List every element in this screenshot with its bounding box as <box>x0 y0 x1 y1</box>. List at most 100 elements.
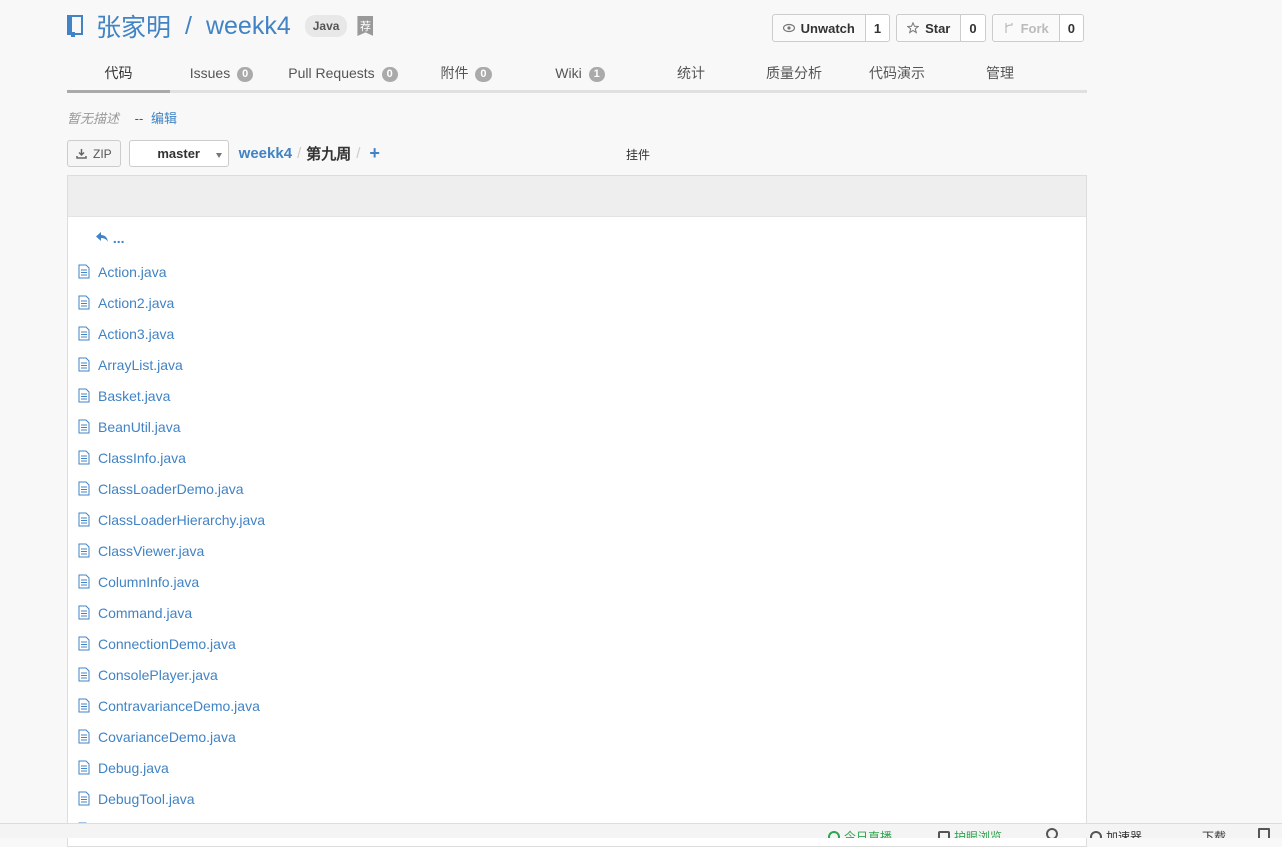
speed-icon <box>1046 828 1058 838</box>
file-link[interactable]: Command.java <box>98 605 192 621</box>
file-link[interactable]: CovarianceDemo.java <box>98 729 236 745</box>
file-link[interactable]: ClassLoaderDemo.java <box>98 481 244 497</box>
file-icon <box>78 698 90 713</box>
file-list-item[interactable]: ClassLoaderDemo.java <box>78 473 265 504</box>
file-link[interactable]: Action.java <box>98 264 166 280</box>
download-zip-button[interactable]: ZIP <box>67 140 121 167</box>
breadcrumb-separator: / <box>297 145 302 162</box>
file-list-item[interactable]: ColumnInfo.java <box>78 566 265 597</box>
statusbar-download[interactable]: 下载 <box>1186 828 1226 838</box>
download-icon <box>76 149 87 159</box>
file-link[interactable]: Action2.java <box>98 295 174 311</box>
statusbar-eye-care-label: 护眼浏览 <box>954 830 1003 838</box>
file-list-item[interactable]: DebugTool.java <box>78 783 265 814</box>
fork-button[interactable]: Fork <box>993 15 1060 41</box>
file-link[interactable]: Action3.java <box>98 326 174 342</box>
file-icon <box>78 388 90 403</box>
fork-count[interactable]: 0 <box>1059 15 1083 41</box>
file-icon <box>78 667 90 682</box>
tab-code[interactable]: 代码 <box>67 56 170 93</box>
file-browser: ... Action.java Action2.java Action3.java A… <box>67 175 1087 847</box>
file-link[interactable]: ConsolePlayer.java <box>98 667 218 683</box>
file-list-item[interactable]: ConnectionDemo.java <box>78 628 265 659</box>
file-list-item[interactable]: Debug.java <box>78 752 265 783</box>
statusbar-live[interactable]: 今日直播 <box>828 828 892 838</box>
file-link[interactable]: Basket.java <box>98 388 170 404</box>
file-list-item[interactable]: Command.java <box>78 597 265 628</box>
parent-directory-label: ... <box>112 230 125 246</box>
file-list-item[interactable]: CovarianceDemo.java <box>78 721 265 752</box>
file-list-item[interactable]: ContravarianceDemo.java <box>78 690 265 721</box>
statusbar-download-label: 下载 <box>1202 830 1227 838</box>
repo-description: 暂无描述 -- 编辑 <box>67 108 177 127</box>
file-link[interactable]: DebugTool.java <box>98 791 195 807</box>
file-link[interactable]: Debug.java <box>98 760 169 776</box>
file-list-item[interactable]: Action3.java <box>78 318 265 349</box>
file-link[interactable]: BeanUtil.java <box>98 419 181 435</box>
file-link[interactable]: ClassInfo.java <box>98 450 186 466</box>
breadcrumb: weekk4 / 第九周 / + <box>239 143 380 164</box>
file-icon <box>78 357 90 372</box>
tab-issues[interactable]: Issues 0 <box>170 56 273 90</box>
edit-description-link[interactable]: 编辑 <box>151 111 177 126</box>
file-link[interactable]: ContravarianceDemo.java <box>98 698 260 714</box>
file-link[interactable]: ClassLoaderHierarchy.java <box>98 512 265 528</box>
file-list-item[interactable]: ArrayList.java <box>78 349 265 380</box>
tab-pull-requests[interactable]: Pull Requests 0 <box>273 56 413 90</box>
tab-attachments[interactable]: 附件 0 <box>413 56 519 90</box>
file-list-item[interactable]: ClassInfo.java <box>78 442 265 473</box>
tab-label: Wiki <box>555 65 582 81</box>
star-button[interactable]: Star <box>897 15 962 41</box>
statusbar-accelerator-label: 加速器 <box>1106 830 1143 838</box>
language-badge: Java <box>304 15 348 37</box>
tab-admin[interactable]: 管理 <box>947 56 1053 90</box>
file-list-item[interactable]: ClassLoaderHierarchy.java <box>78 504 265 535</box>
unwatch-label: Unwatch <box>800 20 855 36</box>
unwatch-button[interactable]: Unwatch <box>773 15 866 41</box>
repo-name-link[interactable]: weekk4 <box>206 12 291 41</box>
file-list-item[interactable]: Action2.java <box>78 287 265 318</box>
file-browser-header <box>68 176 1086 217</box>
file-link[interactable]: ConnectionDemo.java <box>98 636 236 652</box>
chevron-down-icon <box>215 153 222 158</box>
file-link[interactable]: ArrayList.java <box>98 357 183 373</box>
breadcrumb-current: 第九周 <box>306 146 352 163</box>
add-file-button[interactable]: + <box>369 143 380 164</box>
watch-count[interactable]: 1 <box>865 15 890 41</box>
file-list-item[interactable]: ClassViewer.java <box>78 535 265 566</box>
tab-count-badge: 0 <box>381 66 398 82</box>
statusbar-accelerator[interactable]: 加速器 <box>1090 828 1142 838</box>
tab-label: Issues <box>189 65 231 81</box>
statusbar-speed[interactable] <box>1046 828 1058 838</box>
parent-directory-link[interactable]: ... <box>96 230 125 246</box>
file-link[interactable]: ColumnInfo.java <box>98 574 199 590</box>
repo-separator: / <box>185 11 192 40</box>
tab-count-badge: 1 <box>588 66 605 82</box>
tab-label: 代码演示 <box>869 65 925 81</box>
tab-stats[interactable]: 统计 <box>641 56 741 90</box>
file-icon <box>78 295 90 310</box>
file-list-item[interactable]: Action.java <box>78 256 265 287</box>
fork-icon <box>1004 23 1013 33</box>
description-dash: -- <box>134 111 144 126</box>
file-list-item[interactable]: Basket.java <box>78 380 265 411</box>
statusbar-window[interactable] <box>1258 828 1270 838</box>
file-link[interactable]: ClassViewer.java <box>98 543 204 559</box>
statusbar-eye-care[interactable]: 护眼浏览 <box>938 828 1002 838</box>
eye-icon <box>938 830 950 838</box>
star-count[interactable]: 0 <box>961 15 985 41</box>
breadcrumb-root-link[interactable]: weekk4 <box>239 145 292 162</box>
file-list-item[interactable]: ConsolePlayer.java <box>78 659 265 690</box>
branch-select[interactable]: master <box>128 140 229 167</box>
repo-owner-link[interactable]: 张家明 <box>96 8 171 44</box>
breadcrumb-separator: / <box>356 145 361 162</box>
file-icon <box>78 574 90 589</box>
tab-wiki[interactable]: Wiki 1 <box>519 56 641 90</box>
tab-demo[interactable]: 代码演示 <box>847 56 947 90</box>
file-icon <box>78 512 90 527</box>
plugin-link[interactable]: 挂件 <box>626 146 650 163</box>
tab-quality[interactable]: 质量分析 <box>741 56 847 90</box>
file-icon <box>78 450 90 465</box>
file-list-item[interactable]: BeanUtil.java <box>78 411 265 442</box>
file-icon <box>78 481 90 496</box>
